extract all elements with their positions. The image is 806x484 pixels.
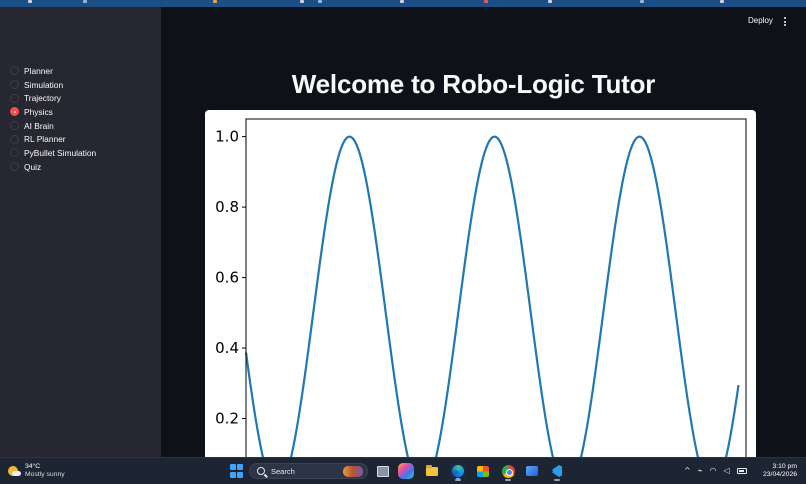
photos-icon[interactable] [524, 463, 540, 479]
weather-desc: Mostly sunny [25, 471, 65, 478]
chart-series-line [244, 135, 740, 470]
partly-sunny-icon [8, 465, 21, 478]
radio-icon[interactable] [10, 93, 19, 103]
nav-item-label: AI Brain [24, 120, 54, 131]
sidebar: Planner Simulation Trajectory Physics AI… [0, 7, 161, 457]
chart-svg: 0.2 0.4 0.6 0.8 1.0 [215, 118, 747, 470]
vscode-icon[interactable] [549, 463, 565, 479]
y-tick-label: 1.0 [215, 128, 239, 146]
clock[interactable]: 3:10 pm 23/04/2026 [763, 463, 797, 479]
chevron-up-icon[interactable]: ^ [684, 464, 691, 478]
nav-item-pybullet-simulation[interactable]: PyBullet Simulation [0, 146, 161, 160]
screen: Planner Simulation Trajectory Physics AI… [0, 0, 806, 484]
nav-item-quiz[interactable]: Quiz [0, 160, 161, 174]
page-title: Welcome to Robo-Logic Tutor [291, 69, 656, 99]
search-highlight-icon [343, 466, 363, 477]
edge-icon[interactable] [450, 463, 466, 480]
wifi-icon[interactable]: ◠ [710, 464, 717, 478]
chrome-icon[interactable] [500, 463, 516, 479]
y-tick-label: 0.2 [215, 410, 239, 428]
nav-item-label: Simulation [24, 79, 64, 90]
copilot-icon[interactable] [398, 463, 414, 479]
store-icon[interactable] [475, 463, 491, 479]
clock-time: 3:10 pm [772, 463, 797, 470]
nav-item-ai-brain[interactable]: AI Brain [0, 119, 161, 133]
radio-icon[interactable] [10, 148, 19, 158]
taskbar-search[interactable]: Search [249, 463, 368, 479]
nav-item-label: Planner [24, 65, 53, 76]
clock-date: 23/04/2026 [763, 471, 798, 478]
deploy-button[interactable]: Deploy [748, 16, 773, 25]
radio-icon[interactable] [10, 66, 19, 76]
radio-icon[interactable] [10, 121, 19, 131]
running-indicator [554, 479, 560, 481]
search-placeholder: Search [271, 466, 295, 476]
nav-item-simulation[interactable]: Simulation [0, 78, 161, 92]
running-indicator [505, 479, 511, 481]
y-tick-label: 0.4 [215, 339, 239, 357]
window-top-strip [0, 0, 806, 7]
more-vertical-icon[interactable] [782, 17, 788, 29]
weather-widget[interactable]: 34°C Mostly sunny [8, 463, 65, 479]
nav-item-planner[interactable]: Planner [0, 64, 161, 78]
chart-axes-frame [245, 118, 747, 470]
file-explorer-icon[interactable] [424, 463, 440, 479]
volume-icon[interactable]: ◁ [724, 464, 730, 478]
nav-item-label: PyBullet Simulation [24, 147, 97, 158]
battery-icon[interactable] [736, 468, 747, 474]
y-tick-label: 0.8 [215, 198, 239, 216]
weather-temp: 34°C [25, 463, 41, 470]
line-chart: 0.2 0.4 0.6 0.8 1.0 [205, 110, 756, 470]
running-indicator [455, 479, 461, 481]
search-icon [257, 467, 265, 475]
radio-icon[interactable] [10, 162, 19, 172]
network-icon[interactable]: ⌁ [698, 464, 703, 478]
system-tray: ^ ⌁ ◠ ◁ [684, 464, 750, 478]
nav-radio-group: Planner Simulation Trajectory Physics AI… [0, 64, 161, 174]
taskbar: 34°C Mostly sunny Search ^ ⌁ ◠ ◁ 3:10 pm… [0, 457, 806, 484]
y-tick-label: 0.6 [215, 269, 239, 287]
radio-icon[interactable] [10, 80, 19, 90]
task-view-icon[interactable] [374, 463, 390, 479]
nav-item-label: Quiz [24, 161, 42, 172]
nav-item-trajectory[interactable]: Trajectory [0, 91, 161, 105]
radio-selected-icon[interactable] [10, 107, 19, 117]
nav-item-label: RL Planner [24, 134, 66, 145]
radio-icon[interactable] [10, 134, 19, 144]
nav-item-physics[interactable]: Physics [0, 105, 161, 119]
nav-item-label: Trajectory [24, 93, 61, 104]
nav-item-label: Physics [24, 106, 53, 117]
nav-item-rl-planner[interactable]: RL Planner [0, 132, 161, 146]
start-icon[interactable] [229, 463, 245, 479]
